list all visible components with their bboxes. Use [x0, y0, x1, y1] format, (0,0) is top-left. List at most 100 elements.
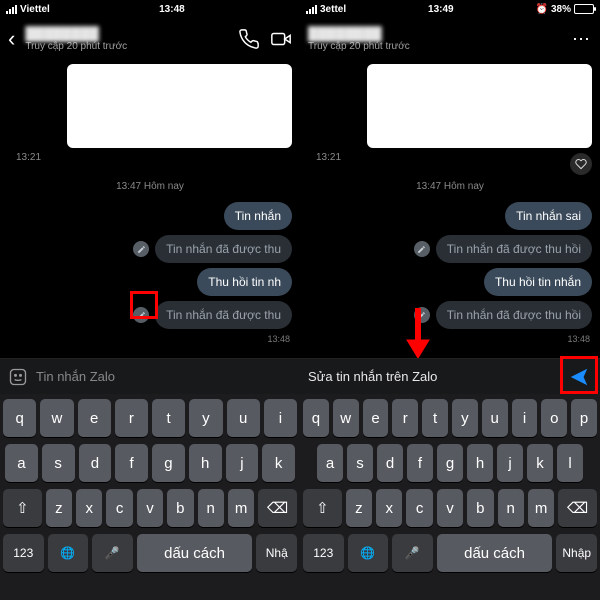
key-e[interactable]: e [363, 399, 389, 437]
key-n[interactable]: n [498, 489, 524, 527]
key-w[interactable]: w [40, 399, 73, 437]
key-s[interactable]: s [347, 444, 373, 482]
key-k[interactable]: k [262, 444, 295, 482]
more-icon[interactable]: ⋯ [572, 29, 592, 50]
return-key[interactable]: Nhậ [256, 534, 297, 572]
key-u[interactable]: u [482, 399, 508, 437]
key-r[interactable]: r [115, 399, 148, 437]
shift-key[interactable]: ⇧ [303, 489, 342, 527]
key-z[interactable]: z [46, 489, 72, 527]
backspace-key[interactable]: ⌫ [558, 489, 597, 527]
battery-percent: 38% [551, 4, 571, 15]
shift-key[interactable]: ⇧ [3, 489, 42, 527]
key-z[interactable]: z [346, 489, 372, 527]
video-icon[interactable] [270, 28, 292, 50]
sticker-icon[interactable] [8, 367, 28, 387]
back-icon[interactable]: ‹ [8, 28, 15, 50]
space-key[interactable]: dấu cách [137, 534, 253, 572]
mic-key[interactable]: 🎤 [92, 534, 133, 572]
key-b[interactable]: b [467, 489, 493, 527]
globe-key[interactable]: 🌐 [48, 534, 89, 572]
recalled-message[interactable]: Tin nhắn đã được thu hồi [436, 235, 592, 263]
recalled-message[interactable]: Tin nhắn đã được thu [155, 301, 292, 329]
message-timestamp: 13:21 [316, 152, 592, 163]
key-a[interactable]: a [5, 444, 38, 482]
input-bar: Sửa tin nhắn trên Zalo [300, 358, 600, 394]
key-l[interactable]: l [557, 444, 583, 482]
recalled-message[interactable]: Tin nhắn đã được thu [155, 235, 292, 263]
key-b[interactable]: b [167, 489, 193, 527]
key-y[interactable]: y [189, 399, 222, 437]
key-i[interactable]: i [264, 399, 297, 437]
return-key[interactable]: Nhập [556, 534, 597, 572]
message-input[interactable]: Sửa tin nhắn trên Zalo [308, 369, 558, 384]
chat-header: ████████ Truy cập 20 phút trước ⋯ [300, 18, 600, 60]
key-n[interactable]: n [198, 489, 224, 527]
phone-left: Viettel 13:48 ‹ ████████ Truy cập 20 phú… [0, 0, 300, 600]
signal-icon [6, 5, 17, 14]
edit-icon[interactable] [133, 307, 149, 323]
message-bubble[interactable]: Thu hồi tin nhắn [484, 268, 592, 296]
key-q[interactable]: q [3, 399, 36, 437]
image-message[interactable] [67, 64, 292, 148]
key-r[interactable]: r [392, 399, 418, 437]
key-h[interactable]: h [189, 444, 222, 482]
mic-key[interactable]: 🎤 [392, 534, 433, 572]
key-g[interactable]: g [437, 444, 463, 482]
key-t[interactable]: t [152, 399, 185, 437]
date-separator: 13:47 Hôm nay [8, 181, 292, 192]
key-d[interactable]: d [377, 444, 403, 482]
numbers-key[interactable]: 123 [303, 534, 344, 572]
key-h[interactable]: h [467, 444, 493, 482]
key-e[interactable]: e [78, 399, 111, 437]
key-j[interactable]: j [226, 444, 259, 482]
call-icon[interactable] [238, 28, 260, 50]
key-a[interactable]: a [317, 444, 343, 482]
image-message[interactable] [367, 64, 592, 148]
key-m[interactable]: m [228, 489, 254, 527]
react-icon[interactable] [570, 153, 592, 175]
key-u[interactable]: u [227, 399, 260, 437]
key-v[interactable]: v [137, 489, 163, 527]
key-x[interactable]: x [376, 489, 402, 527]
message-bubble[interactable]: Tin nhắn [224, 202, 292, 230]
key-m[interactable]: m [528, 489, 554, 527]
kb-row-1: qwertyui [3, 399, 297, 437]
backspace-key[interactable]: ⌫ [258, 489, 297, 527]
key-c[interactable]: c [406, 489, 432, 527]
numbers-key[interactable]: 123 [3, 534, 44, 572]
contact-name: ████████ [308, 26, 562, 41]
key-d[interactable]: d [79, 444, 112, 482]
battery-icon [574, 4, 594, 14]
key-t[interactable]: t [422, 399, 448, 437]
key-w[interactable]: w [333, 399, 359, 437]
key-p[interactable]: p [571, 399, 597, 437]
edit-icon[interactable] [133, 241, 149, 257]
message-input[interactable]: Tin nhắn Zalo [36, 369, 292, 384]
key-q[interactable]: q [303, 399, 329, 437]
send-button[interactable] [566, 364, 592, 390]
key-f[interactable]: f [115, 444, 148, 482]
recalled-message[interactable]: Tin nhắn đã được thu hồi [436, 301, 592, 329]
signal-icon [306, 5, 317, 14]
kb-row-1: qwertyuiop [303, 399, 597, 437]
space-key[interactable]: dấu cách [437, 534, 553, 572]
key-f[interactable]: f [407, 444, 433, 482]
globe-key[interactable]: 🌐 [348, 534, 389, 572]
key-k[interactable]: k [527, 444, 553, 482]
key-x[interactable]: x [76, 489, 102, 527]
key-g[interactable]: g [152, 444, 185, 482]
key-o[interactable]: o [541, 399, 567, 437]
contact-name: ████████ [25, 26, 228, 41]
edit-icon[interactable] [414, 307, 430, 323]
key-y[interactable]: y [452, 399, 478, 437]
message-bubble[interactable]: Tin nhắn sai [505, 202, 592, 230]
key-j[interactable]: j [497, 444, 523, 482]
key-i[interactable]: i [512, 399, 538, 437]
message-bubble[interactable]: Thu hồi tin nh [197, 268, 292, 296]
key-s[interactable]: s [42, 444, 75, 482]
key-v[interactable]: v [437, 489, 463, 527]
kb-row-2: asdfghjkl [303, 444, 597, 482]
key-c[interactable]: c [106, 489, 132, 527]
edit-icon[interactable] [414, 241, 430, 257]
